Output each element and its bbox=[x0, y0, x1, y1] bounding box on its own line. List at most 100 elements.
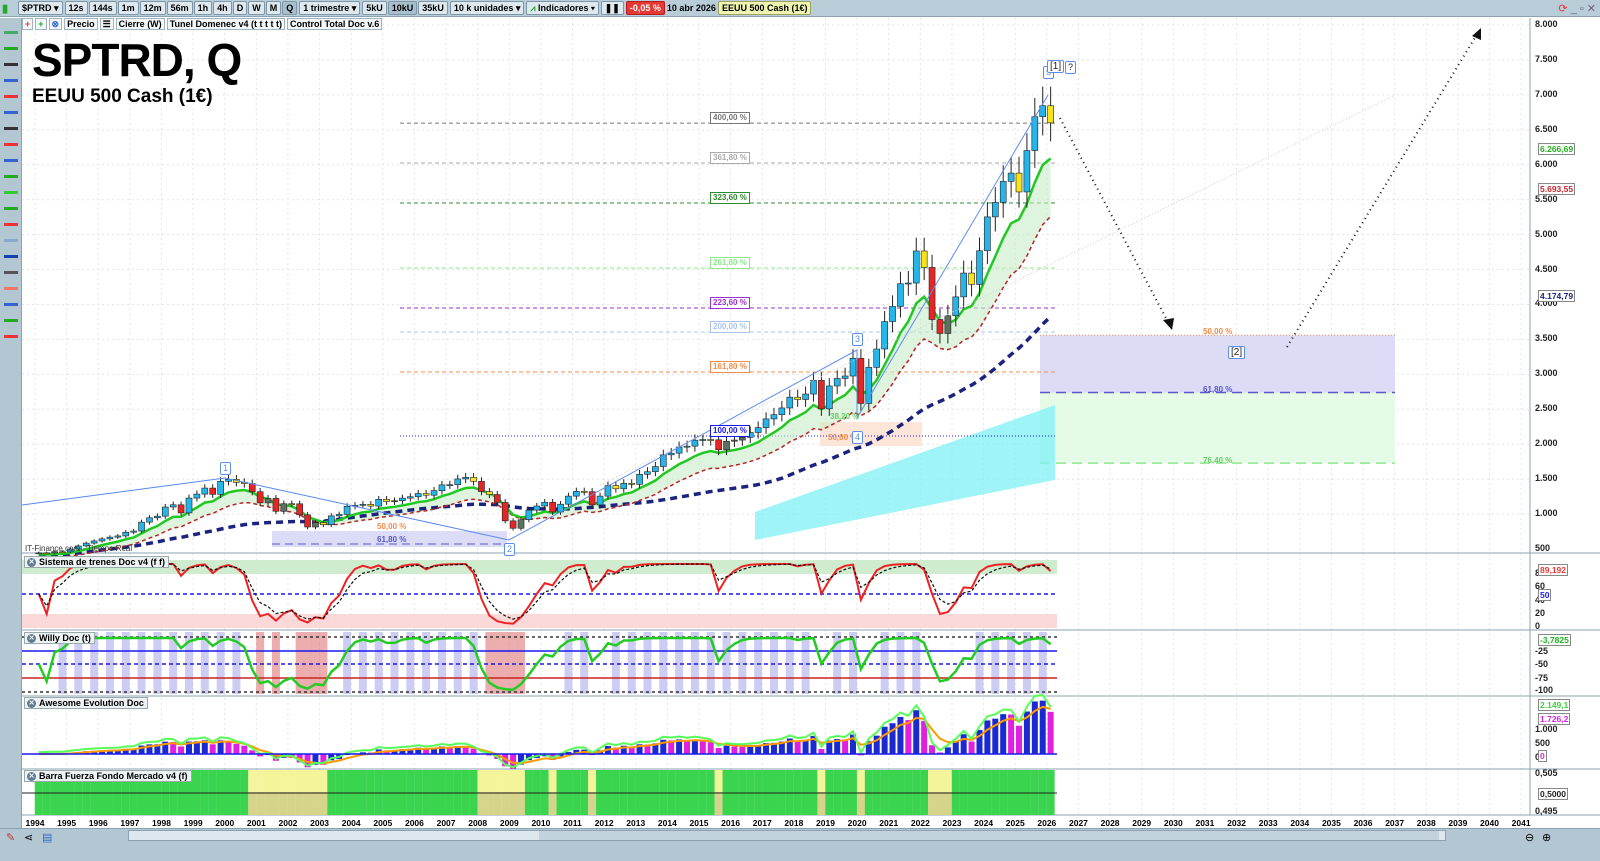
window-controls[interactable]: ⟳ _ ▫ ✕ bbox=[1558, 2, 1596, 15]
overlay-cierre[interactable]: Cierre (W) bbox=[115, 18, 165, 30]
barra-block-top bbox=[437, 770, 446, 792]
close-panel-icon[interactable]: ✕ bbox=[27, 698, 36, 708]
drawing-tool-icon[interactable] bbox=[4, 191, 18, 194]
barra-block-top bbox=[200, 770, 209, 792]
drawing-tool-icon[interactable] bbox=[4, 319, 18, 322]
units-button-5kU[interactable]: 5kU bbox=[362, 1, 387, 15]
barra-block-bottom bbox=[667, 792, 676, 815]
panel-header-barra[interactable]: ✕ Barra Fuerza Fondo Mercado v4 (f) bbox=[24, 770, 192, 782]
overlay-control[interactable]: Control Total Doc v.6 bbox=[287, 18, 383, 30]
share-icon[interactable]: ⋖ bbox=[24, 831, 33, 844]
drawing-tool-icon[interactable] bbox=[4, 239, 18, 242]
barra-block-bottom bbox=[105, 792, 114, 815]
units-button-10kU[interactable]: 10kU bbox=[387, 1, 418, 15]
close-icon[interactable]: ⊗ bbox=[48, 18, 63, 30]
willy-shade-bar bbox=[991, 632, 1000, 694]
barra-block-top bbox=[1022, 770, 1031, 792]
period-select[interactable]: 1 trimestre ▾ bbox=[299, 1, 361, 15]
barra-block-bottom bbox=[287, 792, 296, 815]
indicators-button[interactable]: ⩘ Indicadores ▾ bbox=[526, 1, 599, 15]
pencil-icon[interactable]: ✎ bbox=[6, 831, 15, 844]
drawing-tool-icon[interactable] bbox=[4, 127, 18, 130]
panel-header-awesome[interactable]: ✕ Awesome Evolution Doc bbox=[24, 697, 148, 709]
units-button-35kU[interactable]: 35kU bbox=[418, 1, 448, 15]
timeframe-button-M[interactable]: M bbox=[265, 1, 282, 15]
barra-block-bottom bbox=[793, 792, 802, 815]
barra-block-top bbox=[192, 770, 201, 792]
panel-header-trenes[interactable]: ✕ Sistema de trenes Doc v4 (f f) bbox=[24, 556, 170, 568]
zone-label-618: 61,80 % bbox=[1203, 385, 1233, 394]
year-tick: 2015 bbox=[689, 818, 709, 828]
timeframe-button-4h[interactable]: 4h bbox=[213, 1, 232, 15]
timeframe-button-12m[interactable]: 12m bbox=[139, 1, 166, 15]
horizontal-scrollbar[interactable] bbox=[128, 830, 1446, 841]
willy-tick: -50 bbox=[1535, 659, 1549, 669]
barra-block-bottom bbox=[777, 792, 786, 815]
wave-label-1[interactable]: 1 bbox=[220, 462, 232, 475]
units-select[interactable]: 10 k unidades ▾ bbox=[449, 1, 525, 15]
wave-label-2[interactable]: 2 bbox=[504, 543, 516, 556]
chart-canvas[interactable] bbox=[0, 0, 1600, 861]
drawing-tool-icon[interactable] bbox=[4, 79, 18, 82]
barra-block-bottom bbox=[769, 792, 778, 815]
wave-label-major-1[interactable]: [1] bbox=[1047, 60, 1065, 73]
barra-block-top bbox=[793, 770, 802, 792]
timeframe-button-144s[interactable]: 144s bbox=[88, 1, 117, 15]
candle bbox=[565, 495, 572, 505]
drawing-tool-icon[interactable] bbox=[4, 335, 18, 338]
drawing-tool-icon[interactable] bbox=[4, 47, 18, 50]
pause-button[interactable]: ❚❚ bbox=[600, 1, 624, 15]
drawing-tool-icon[interactable] bbox=[4, 287, 18, 290]
timeframe-button-1h[interactable]: 1h bbox=[193, 1, 213, 15]
zoom-out-icon[interactable]: ⊖ bbox=[1525, 831, 1534, 844]
drawing-tool-icon[interactable] bbox=[4, 271, 18, 274]
drawing-tool-icon[interactable] bbox=[4, 143, 18, 146]
drawing-tool-icon[interactable] bbox=[4, 159, 18, 162]
drawing-tool-icon[interactable] bbox=[4, 223, 18, 226]
year-tick: 2011 bbox=[563, 818, 582, 828]
add-icon[interactable]: + bbox=[22, 18, 34, 30]
drawing-tools-sidebar[interactable] bbox=[0, 18, 22, 828]
drawing-tool-icon[interactable] bbox=[4, 111, 18, 114]
wave-label-major-2[interactable]: [2] bbox=[1228, 346, 1246, 359]
close-panel-icon[interactable]: ✕ bbox=[27, 557, 36, 567]
add-green-icon[interactable]: + bbox=[35, 18, 47, 30]
drawing-tool-icon[interactable] bbox=[4, 255, 18, 258]
candle bbox=[596, 495, 604, 506]
candle bbox=[984, 216, 991, 252]
drawing-tool-icon[interactable] bbox=[4, 95, 18, 98]
wave-label-3[interactable]: 3 bbox=[852, 333, 864, 346]
willy-shade-bar bbox=[469, 632, 478, 694]
refresh-icon[interactable]: ⟳ bbox=[1558, 3, 1567, 15]
candle bbox=[185, 497, 193, 514]
drawing-tool-icon[interactable] bbox=[4, 31, 18, 34]
willy-shade-bar bbox=[437, 632, 446, 694]
drawing-tool-icon[interactable] bbox=[4, 175, 18, 178]
timeframe-button-12s[interactable]: 12s bbox=[64, 1, 88, 15]
zoom-in-icon[interactable]: ⊕ bbox=[1542, 831, 1551, 844]
wave-label-4[interactable]: 4 bbox=[852, 431, 864, 444]
barra-block-top bbox=[872, 770, 881, 792]
overlay-tunel[interactable]: Tunel Domenec v4 (t t t t t) bbox=[166, 18, 286, 30]
timeframe-button-D[interactable]: D bbox=[232, 1, 248, 15]
barra-block-bottom bbox=[754, 792, 763, 815]
question-label[interactable]: ? bbox=[1065, 61, 1077, 74]
overlay-precio[interactable]: Precio bbox=[64, 18, 98, 30]
timeframe-button-W[interactable]: W bbox=[248, 1, 265, 15]
list-icon[interactable]: ☰ bbox=[99, 18, 114, 30]
drawing-tool-icon[interactable] bbox=[4, 63, 18, 66]
close-panel-icon[interactable]: ✕ bbox=[27, 633, 36, 643]
drawing-tool-icon[interactable] bbox=[4, 303, 18, 306]
symbol-select[interactable]: $PTRD ▾ bbox=[18, 1, 63, 15]
timeframe-button-56m[interactable]: 56m bbox=[166, 1, 193, 15]
panel-header-willy[interactable]: ✕ Willy Doc (t) bbox=[24, 632, 95, 644]
year-tick: 2023 bbox=[942, 818, 962, 828]
timeframe-button-Q[interactable]: Q bbox=[282, 1, 298, 15]
scrollbar-thumb[interactable] bbox=[539, 831, 1439, 840]
timeframe-button-1m[interactable]: 1m bbox=[117, 1, 139, 15]
close-panel-icon[interactable]: ✕ bbox=[27, 771, 36, 781]
drawing-tool-icon[interactable] bbox=[4, 207, 18, 210]
chat-icon[interactable]: ▤ bbox=[42, 831, 52, 844]
year-tick: 2008 bbox=[468, 818, 488, 828]
barra-block-top bbox=[801, 770, 810, 792]
